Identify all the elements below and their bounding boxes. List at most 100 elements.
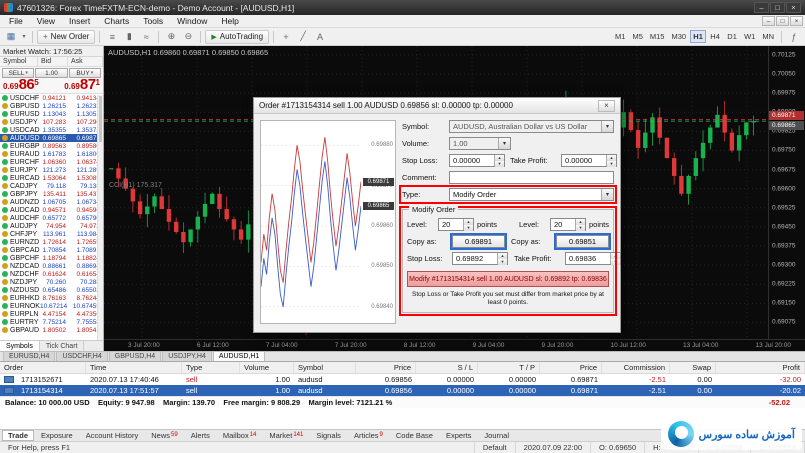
orders-column-type[interactable]: Type — [182, 362, 240, 373]
terminal-tab-journal[interactable]: Journal — [478, 430, 515, 441]
type-select[interactable]: Modify Order▾ — [449, 188, 614, 201]
market-watch-row-audusd[interactable]: AUDUSD0.698650.69871 — [0, 134, 103, 142]
close-icon[interactable]: × — [786, 2, 801, 13]
text-tool-icon[interactable]: A — [312, 30, 328, 44]
market-watch-scrollbar[interactable] — [97, 95, 103, 340]
autotrading-button[interactable]: ▶ AutoTrading — [205, 30, 269, 44]
tp-level-field[interactable]: 20▴▾ — [550, 218, 586, 231]
orders-column-price[interactable]: Price — [540, 362, 602, 373]
indicators-icon[interactable]: ƒ — [786, 30, 802, 44]
crosshair-icon[interactable]: + — [278, 30, 294, 44]
copy-sl-button[interactable]: 0.69891 — [452, 235, 505, 248]
spinner-buttons[interactable]: ▴▾ — [497, 253, 507, 264]
orders-column-time[interactable]: Time — [86, 362, 182, 373]
terminal-tab-trade[interactable]: Trade — [2, 430, 34, 441]
timeframe-mn[interactable]: MN — [759, 30, 777, 43]
sl-level-field[interactable]: 20▴▾ — [438, 218, 474, 231]
copy-tp-button[interactable]: 0.69851 — [556, 235, 609, 248]
market-watch-row-gbpchf[interactable]: GBPCHF1.187941.18824 — [0, 254, 103, 262]
market-watch-row-eurcad[interactable]: EURCAD1.530641.53085 — [0, 174, 103, 182]
orders-column-price[interactable]: Price — [356, 362, 416, 373]
market-watch-row-usdchf[interactable]: USDCHF0.941210.94134 — [0, 94, 103, 102]
dialog-title-bar[interactable]: Order #1713154314 sell 1.00 AUDUSD 0.698… — [254, 98, 620, 114]
chart-tab-usdjpy-h4[interactable]: USDJPY,H4 — [162, 351, 212, 361]
market-watch-row-chfjpy[interactable]: CHFJPY113.961113.984 — [0, 230, 103, 238]
market-watch-row-eurpln[interactable]: EURPLN4.471544.47356 — [0, 310, 103, 318]
market-watch-row-nzdchf[interactable]: NZDCHF0.616240.61654 — [0, 270, 103, 278]
timeframe-m15[interactable]: M15 — [647, 30, 668, 43]
volume-stepper[interactable]: 1.00 — [35, 68, 67, 78]
market-watch-row-cadjpy[interactable]: CADJPY79.11879.138 — [0, 182, 103, 190]
market-watch-row-eurhkd[interactable]: EURHKD8.761638.76244 — [0, 294, 103, 302]
buy-price[interactable]: 0.69871 — [64, 79, 100, 91]
timeframe-d1[interactable]: D1 — [724, 30, 740, 43]
terminal-tab-experts[interactable]: Experts — [440, 430, 477, 441]
market-watch-row-usdjpy[interactable]: USDJPY107.283107.296 — [0, 118, 103, 126]
candlestick-chart-icon[interactable]: ▮ — [121, 30, 137, 44]
menu-item-tools[interactable]: Tools — [136, 16, 170, 26]
market-watch-row-eurusd[interactable]: EURUSD1.130431.13051 — [0, 110, 103, 118]
spinner-buttons[interactable]: ▴▾ — [575, 219, 585, 230]
mw-column-bid[interactable]: Bid — [38, 57, 68, 66]
orders-column-symbol[interactable]: Symbol — [294, 362, 356, 373]
chart-close-icon[interactable]: × — [790, 16, 803, 26]
timeframe-m1[interactable]: M1 — [612, 30, 628, 43]
menu-item-file[interactable]: File — [2, 16, 30, 26]
modify-order-button[interactable]: Modify #1713154314 sell 1.00 AUDUSD sl: … — [407, 271, 609, 287]
market-watch-row-nzdcad[interactable]: NZDCAD0.886610.88694 — [0, 262, 103, 270]
spinner-buttons[interactable]: ▴▾ — [610, 253, 620, 264]
market-watch-row-usdcad[interactable]: USDCAD1.353551.35371 — [0, 126, 103, 134]
chart-dropdown-icon[interactable]: ▾ — [20, 30, 28, 44]
orders-column-volume[interactable]: Volume — [240, 362, 294, 373]
market-watch-row-gbpusd[interactable]: GBPUSD1.262151.26233 — [0, 102, 103, 110]
market-watch-row-eurgbp[interactable]: EURGBP0.895630.89580 — [0, 142, 103, 150]
comment-input[interactable] — [449, 171, 614, 184]
new-order-button[interactable]: + New Order — [37, 30, 95, 44]
terminal-tab-mailbox[interactable]: Mailbox14 — [217, 430, 263, 441]
market-watch-row-nzdjpy[interactable]: NZDJPY70.26070.288 — [0, 278, 103, 286]
time-axis[interactable]: 3 Jul 20:006 Jul 12:007 Jul 04:007 Jul 2… — [104, 339, 805, 351]
spinner-buttons[interactable]: ▴▾ — [494, 155, 504, 166]
terminal-tab-code-base[interactable]: Code Base — [390, 430, 439, 441]
market-watch-row-nzdusd[interactable]: NZDUSD0.654860.65502 — [0, 286, 103, 294]
take-profit-field[interactable]: 0.00000▴▾ — [561, 154, 617, 167]
timeframe-m5[interactable]: M5 — [629, 30, 645, 43]
chart-tab-audusd-h1[interactable]: AUDUSD,H1 — [213, 351, 265, 361]
zoom-out-icon[interactable]: ⊖ — [180, 30, 196, 44]
market-watch-row-audjpy[interactable]: AUDJPY74.95474.972 — [0, 222, 103, 230]
market-watch-row-gbpjpy[interactable]: GBPJPY135.411135.437 — [0, 190, 103, 198]
order-row-1713152671[interactable]: 17131526712020.07.13 17:40:46sell1.00aud… — [0, 374, 805, 385]
mw-column-symbol[interactable]: Symbol — [0, 57, 38, 66]
market-watch-row-audchf[interactable]: AUDCHF0.657720.65790 — [0, 214, 103, 222]
spinner-buttons[interactable]: ▴▾ — [463, 219, 473, 230]
timeframe-h4[interactable]: H4 — [707, 30, 723, 43]
market-watch-row-gbpcad[interactable]: GBPCAD1.708541.70891 — [0, 246, 103, 254]
stop-loss-field[interactable]: 0.00000▴▾ — [449, 154, 505, 167]
market-watch-row-eurnok[interactable]: EURNOK10.6721410.67455 — [0, 302, 103, 310]
chart-tab-eurusd-h4[interactable]: EURUSD,H4 — [3, 351, 55, 361]
order-row-1713154314[interactable]: 17131543142020.07.13 17:51:57sell1.00aud… — [0, 385, 805, 396]
menu-item-window[interactable]: Window — [170, 16, 214, 26]
status-profile[interactable]: Default — [475, 442, 516, 453]
zoom-in-icon[interactable]: ⊕ — [163, 30, 179, 44]
market-watch-row-euraud[interactable]: EURAUD1.617831.61806 — [0, 150, 103, 158]
trendline-icon[interactable]: ╱ — [295, 30, 311, 44]
market-watch-row-eurjpy[interactable]: EURJPY121.273121.289 — [0, 166, 103, 174]
chart-tab-gbpusd-h4[interactable]: GBPUSD,H4 — [109, 351, 161, 361]
line-chart-icon[interactable]: ≈ — [138, 30, 154, 44]
sell-price[interactable]: 0.69865 — [3, 79, 39, 91]
orders-column-swap[interactable]: Swap — [670, 362, 716, 373]
market-watch-row-eurchf[interactable]: EURCHF1.063601.06374 — [0, 158, 103, 166]
market-watch-row-eurtry[interactable]: EURTRY7.752147.75558 — [0, 318, 103, 326]
market-watch-row-gbpaud[interactable]: GBPAUD1.805021.80541 — [0, 326, 103, 334]
chart-minimize-icon[interactable]: – — [762, 16, 775, 26]
chart-restore-icon[interactable]: □ — [776, 16, 789, 26]
dialog-close-icon[interactable]: × — [598, 100, 615, 112]
minimize-icon[interactable]: – — [754, 2, 769, 13]
chart-tab-usdchf-h4[interactable]: USDCHF,H4 — [56, 351, 107, 361]
price-axis[interactable]: 0.701250.700500.699750.699000.698250.697… — [768, 46, 805, 339]
menu-item-insert[interactable]: Insert — [62, 16, 97, 26]
orders-column-tp[interactable]: T / P — [478, 362, 540, 373]
orders-column-commission[interactable]: Commission — [602, 362, 670, 373]
market-watch-row-audnzd[interactable]: AUDNZD1.067051.06734 — [0, 198, 103, 206]
